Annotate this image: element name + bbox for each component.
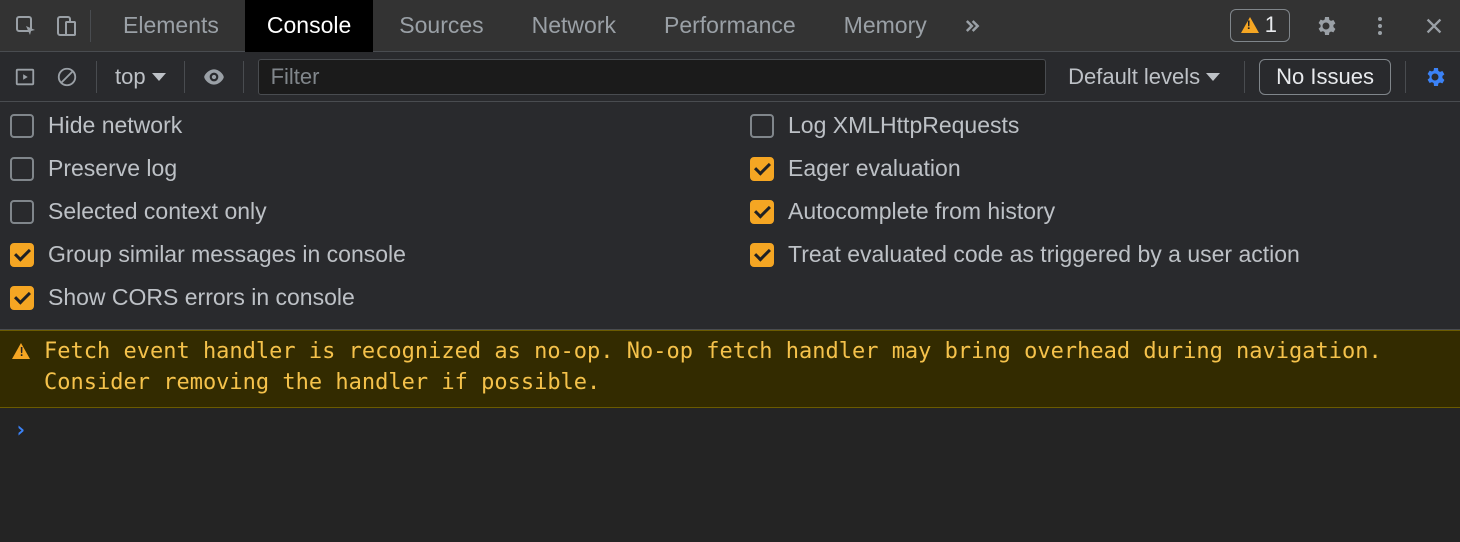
filter-input[interactable] — [258, 59, 1047, 95]
label-selected-context[interactable]: Selected context only — [48, 198, 267, 225]
context-label: top — [115, 64, 146, 90]
checkbox-log-xhr[interactable] — [750, 114, 774, 138]
context-dropdown[interactable]: top — [111, 64, 170, 90]
settings-gear-icon[interactable] — [1308, 8, 1344, 44]
tab-sources[interactable]: Sources — [377, 0, 505, 52]
clear-console-icon[interactable] — [52, 62, 82, 92]
divider — [90, 10, 91, 42]
divider — [1244, 61, 1245, 93]
chevron-down-icon — [152, 73, 166, 81]
issues-button[interactable]: No Issues — [1259, 59, 1391, 95]
label-autocomplete-history[interactable]: Autocomplete from history — [788, 198, 1055, 225]
divider — [184, 61, 185, 93]
label-hide-network[interactable]: Hide network — [48, 112, 182, 139]
divider — [243, 61, 244, 93]
warnings-count: 1 — [1265, 12, 1277, 38]
label-treat-user-action[interactable]: Treat evaluated code as triggered by a u… — [788, 241, 1300, 268]
divider — [96, 61, 97, 93]
close-icon[interactable] — [1416, 8, 1452, 44]
devtools-tabbar: Elements Console Sources Network Perform… — [0, 0, 1460, 52]
console-settings-gear-icon[interactable] — [1420, 62, 1450, 92]
console-warning-message[interactable]: Fetch event handler is recognized as no-… — [0, 330, 1460, 408]
log-levels-dropdown[interactable]: Default levels — [1058, 64, 1230, 90]
warnings-badge[interactable]: 1 — [1230, 9, 1290, 42]
checkbox-preserve-log[interactable] — [10, 157, 34, 181]
live-expression-icon[interactable] — [199, 62, 229, 92]
toggle-sidebar-icon[interactable] — [10, 62, 40, 92]
checkbox-hide-network[interactable] — [10, 114, 34, 138]
checkbox-autocomplete-history[interactable] — [750, 200, 774, 224]
warning-icon — [12, 343, 30, 359]
checkbox-group-similar[interactable] — [10, 243, 34, 267]
tab-performance[interactable]: Performance — [642, 0, 818, 52]
label-eager-eval[interactable]: Eager evaluation — [788, 155, 961, 182]
prompt-chevron-icon: › — [14, 418, 27, 443]
tab-elements[interactable]: Elements — [101, 0, 241, 52]
checkbox-selected-context[interactable] — [10, 200, 34, 224]
label-preserve-log[interactable]: Preserve log — [48, 155, 177, 182]
console-toolbar: top Default levels No Issues — [0, 52, 1460, 102]
console-settings-panel: Hide network Log XMLHttpRequests Preserv… — [0, 102, 1460, 330]
warning-icon — [1241, 17, 1259, 33]
label-group-similar[interactable]: Group similar messages in console — [48, 241, 406, 268]
chevron-down-icon — [1206, 73, 1220, 81]
label-log-xhr[interactable]: Log XMLHttpRequests — [788, 112, 1019, 139]
tab-network[interactable]: Network — [510, 0, 638, 52]
warning-text: Fetch event handler is recognized as no-… — [44, 337, 1448, 399]
checkbox-treat-user-action[interactable] — [750, 243, 774, 267]
more-tabs-icon[interactable] — [953, 8, 989, 44]
divider — [1405, 61, 1406, 93]
checkbox-eager-eval[interactable] — [750, 157, 774, 181]
levels-label: Default levels — [1068, 64, 1200, 90]
device-toolbar-icon[interactable] — [48, 8, 84, 44]
tab-console[interactable]: Console — [245, 0, 373, 52]
label-show-cors[interactable]: Show CORS errors in console — [48, 284, 355, 311]
kebab-menu-icon[interactable] — [1362, 8, 1398, 44]
console-prompt[interactable]: › — [0, 408, 1460, 453]
inspect-element-icon[interactable] — [8, 8, 44, 44]
checkbox-show-cors[interactable] — [10, 286, 34, 310]
tab-memory[interactable]: Memory — [822, 0, 949, 52]
